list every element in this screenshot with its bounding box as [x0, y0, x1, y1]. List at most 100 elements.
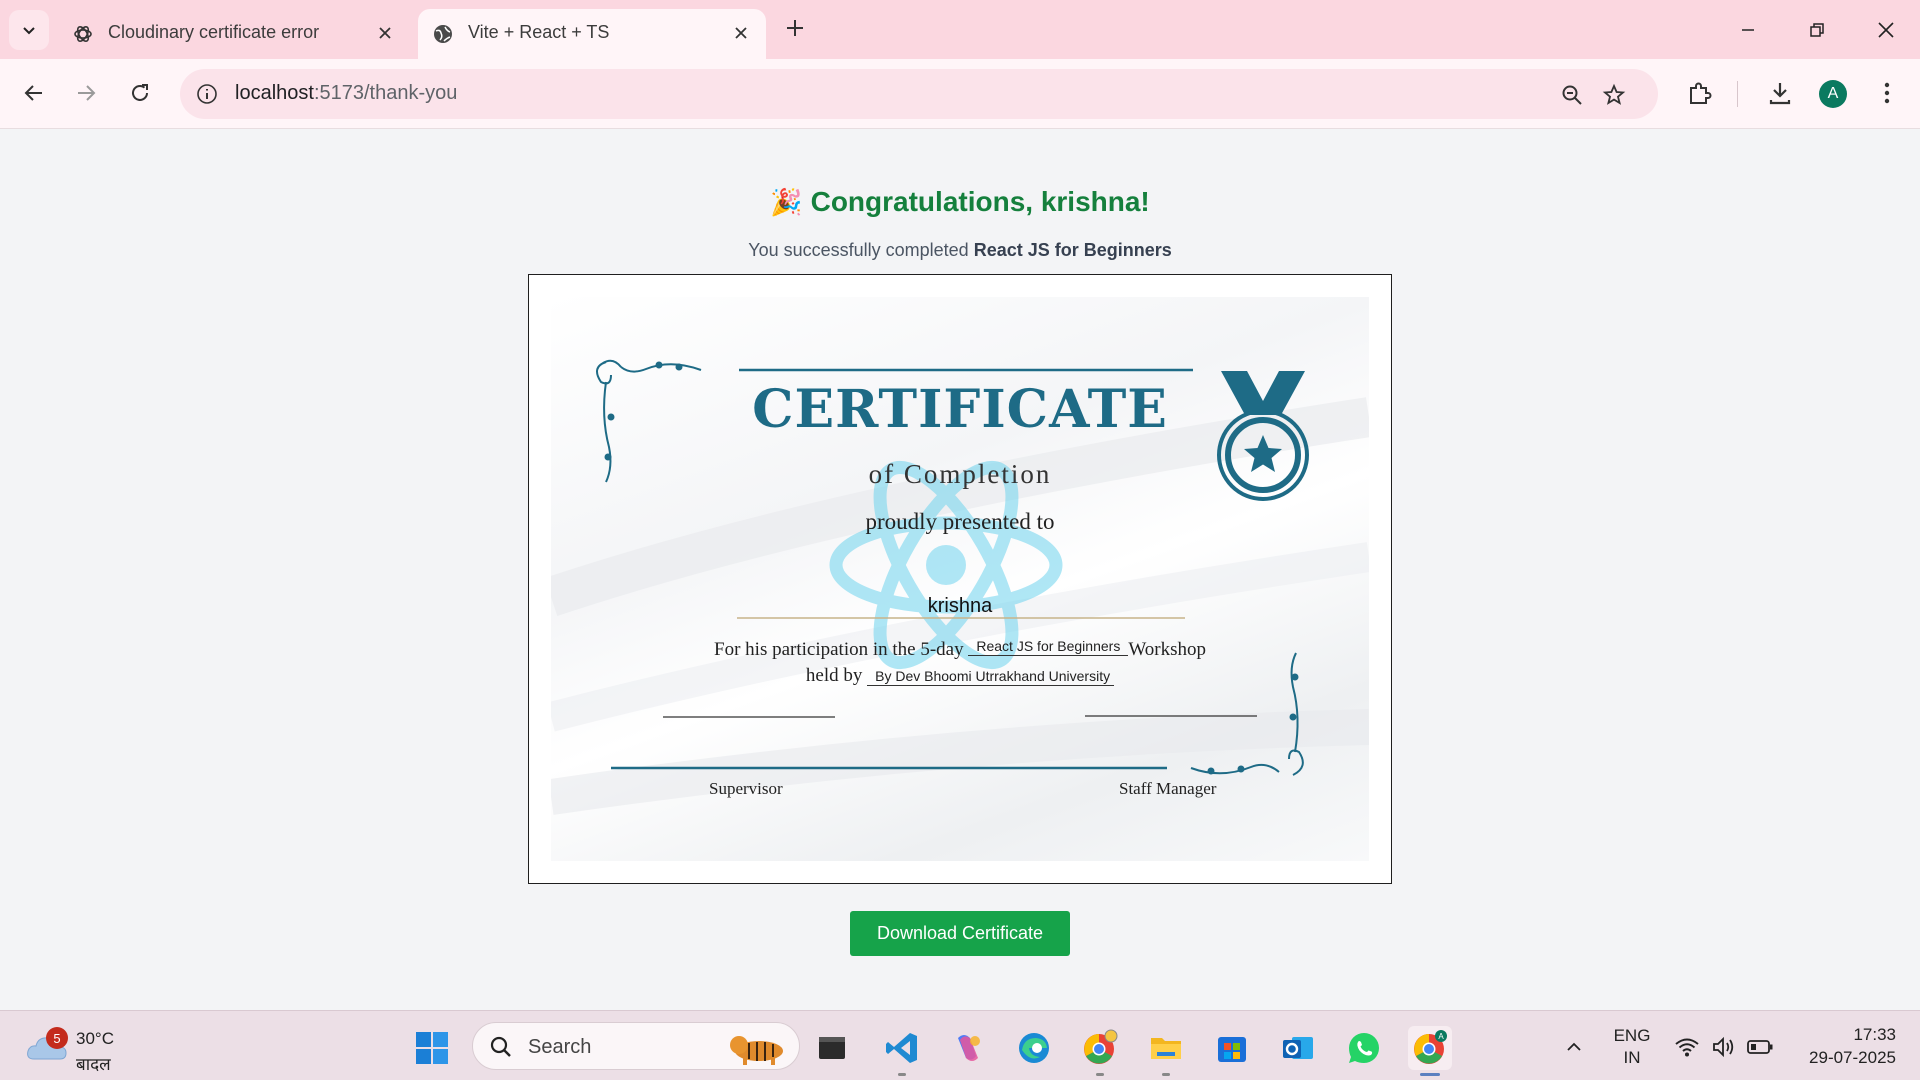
language-indicator[interactable]: ENG IN [1610, 1025, 1654, 1069]
browser-menu-button[interactable] [1869, 75, 1905, 111]
arrow-left-icon [24, 85, 42, 101]
browser-toolbar: localhost:5173/thank-you A [0, 59, 1920, 129]
forward-button[interactable] [68, 75, 104, 111]
download-certificate-button[interactable]: Download Certificate [850, 911, 1070, 956]
arrow-right-icon [78, 85, 96, 101]
page-content: 🎉 Congratulations, krishna! You successfu… [0, 130, 1920, 1010]
congratulations-heading: 🎉 Congratulations, krishna! [0, 186, 1920, 218]
taskbar-app-copilot[interactable] [946, 1026, 990, 1070]
tab-vite-react[interactable]: Vite + React + TS [418, 9, 766, 59]
close-icon [1878, 22, 1894, 38]
taskbar-app-chrome-canary[interactable] [1078, 1026, 1122, 1076]
subtitle-prefix: You successfully completed [748, 240, 974, 260]
search-icon [490, 1036, 511, 1057]
taskbar-search[interactable]: Search [472, 1022, 800, 1070]
taskbar-app-store[interactable] [1210, 1026, 1254, 1070]
taskbar-app-whatsapp[interactable] [1342, 1026, 1386, 1070]
participation-suffix: Workshop [1128, 639, 1206, 660]
battery-icon [1747, 1040, 1773, 1054]
clock-date: 29-07-2025 [1809, 1048, 1896, 1067]
taskbar-app-edge[interactable] [1012, 1026, 1056, 1070]
search-label: Search [528, 1036, 592, 1058]
signature-staff-manager: Staff Manager [1119, 779, 1217, 798]
downloads-button[interactable] [1762, 75, 1798, 111]
toolbar-divider [1737, 81, 1738, 107]
windows-logo-icon [416, 1032, 448, 1064]
running-indicator [898, 1073, 906, 1076]
openai-icon [74, 25, 92, 43]
copilot-icon [958, 1035, 980, 1061]
close-icon[interactable] [372, 20, 398, 46]
wifi-status[interactable] [1672, 1033, 1702, 1061]
tiger-illustration-icon [730, 1036, 783, 1065]
taskbar-app-terminal[interactable] [810, 1026, 854, 1070]
chrome-icon [1084, 1029, 1118, 1064]
new-tab-button[interactable] [780, 13, 810, 43]
weather-badge: 5 [46, 1027, 68, 1049]
tab-title: Cloudinary certificate error [108, 22, 320, 42]
taskbar-app-vscode[interactable] [880, 1026, 924, 1076]
chevron-up-icon [1567, 1042, 1581, 1051]
vscode-icon [886, 1033, 917, 1063]
svg-text:A: A [1438, 1032, 1444, 1041]
store-icon [1218, 1037, 1246, 1062]
zoom-icon[interactable] [1558, 81, 1586, 109]
whatsapp-icon [1349, 1033, 1379, 1063]
tab-title: Vite + React + TS [468, 22, 610, 42]
windows-taskbar: 5 30°C बादल Search A ENG IN 17:33 29-07-… [0, 1010, 1920, 1080]
certificate-title: CERTIFICATE [752, 379, 1168, 440]
running-indicator [1162, 1073, 1170, 1076]
taskbar-app-chrome[interactable]: A [1408, 1026, 1452, 1076]
weather-temp: 30°C [76, 1029, 114, 1048]
minimize-icon [1742, 29, 1754, 31]
url-text[interactable]: localhost:5173/thank-you [235, 82, 457, 105]
reload-button[interactable] [122, 75, 158, 111]
puzzle-icon [1690, 82, 1712, 104]
site-info-icon[interactable] [194, 81, 220, 107]
certificate-subtitle: of Completion [868, 459, 1052, 489]
weather-widget[interactable]: 5 30°C बादल [26, 1021, 136, 1074]
close-window-button[interactable] [1866, 10, 1906, 50]
wifi-icon [1675, 1038, 1699, 1057]
party-popper-icon: 🎉 [770, 187, 803, 217]
held-by-line: held by By Dev Bhoomi Utrrakhand Univers… [551, 665, 1369, 687]
address-bar[interactable]: localhost:5173/thank-you [180, 69, 1658, 119]
workshop-name: React JS for Beginners [968, 638, 1129, 656]
recipient-name: krishna [927, 595, 993, 617]
signature-supervisor: Supervisor [709, 779, 783, 798]
bookmark-star-icon[interactable] [1600, 81, 1628, 109]
globe-icon [434, 25, 452, 43]
terminal-icon [819, 1037, 845, 1059]
reload-icon [132, 84, 148, 101]
chrome-icon: A [1414, 1030, 1447, 1064]
taskbar-app-outlook[interactable] [1276, 1026, 1320, 1070]
windows-start-button[interactable] [410, 1026, 454, 1070]
browser-tab-bar: Cloudinary certificate error Vite + Reac… [0, 0, 1920, 59]
chevron-down-icon [23, 27, 35, 35]
tab-search-button[interactable] [9, 10, 49, 50]
minimize-button[interactable] [1728, 10, 1768, 50]
battery-status[interactable] [1745, 1033, 1775, 1061]
tab-cloudinary[interactable]: Cloudinary certificate error [58, 9, 410, 59]
heading-text: Congratulations, krishna! [810, 186, 1150, 217]
url-host: localhost [235, 82, 314, 104]
show-hidden-icons-button[interactable] [1560, 1033, 1588, 1061]
language-region: IN [1623, 1048, 1641, 1067]
participation-prefix: For his participation in the 5-day [714, 639, 964, 660]
react-logo-core [926, 545, 966, 585]
extensions-button[interactable] [1682, 75, 1718, 111]
taskbar-app-file-explorer[interactable] [1144, 1026, 1188, 1076]
profile-avatar[interactable]: A [1819, 80, 1847, 108]
close-icon[interactable] [728, 20, 754, 46]
clock-time: 17:33 [1853, 1025, 1896, 1044]
system-clock[interactable]: 17:33 29-07-2025 [1790, 1023, 1896, 1069]
back-button[interactable] [16, 75, 52, 111]
volume-status[interactable] [1709, 1033, 1739, 1061]
more-vertical-icon [1884, 82, 1890, 104]
completion-subtitle: You successfully completed React JS for … [0, 240, 1920, 261]
speaker-icon [1713, 1036, 1734, 1058]
restore-icon [1810, 23, 1824, 37]
restore-button[interactable] [1797, 10, 1837, 50]
outlook-icon [1283, 1037, 1313, 1059]
plus-icon [787, 20, 803, 36]
